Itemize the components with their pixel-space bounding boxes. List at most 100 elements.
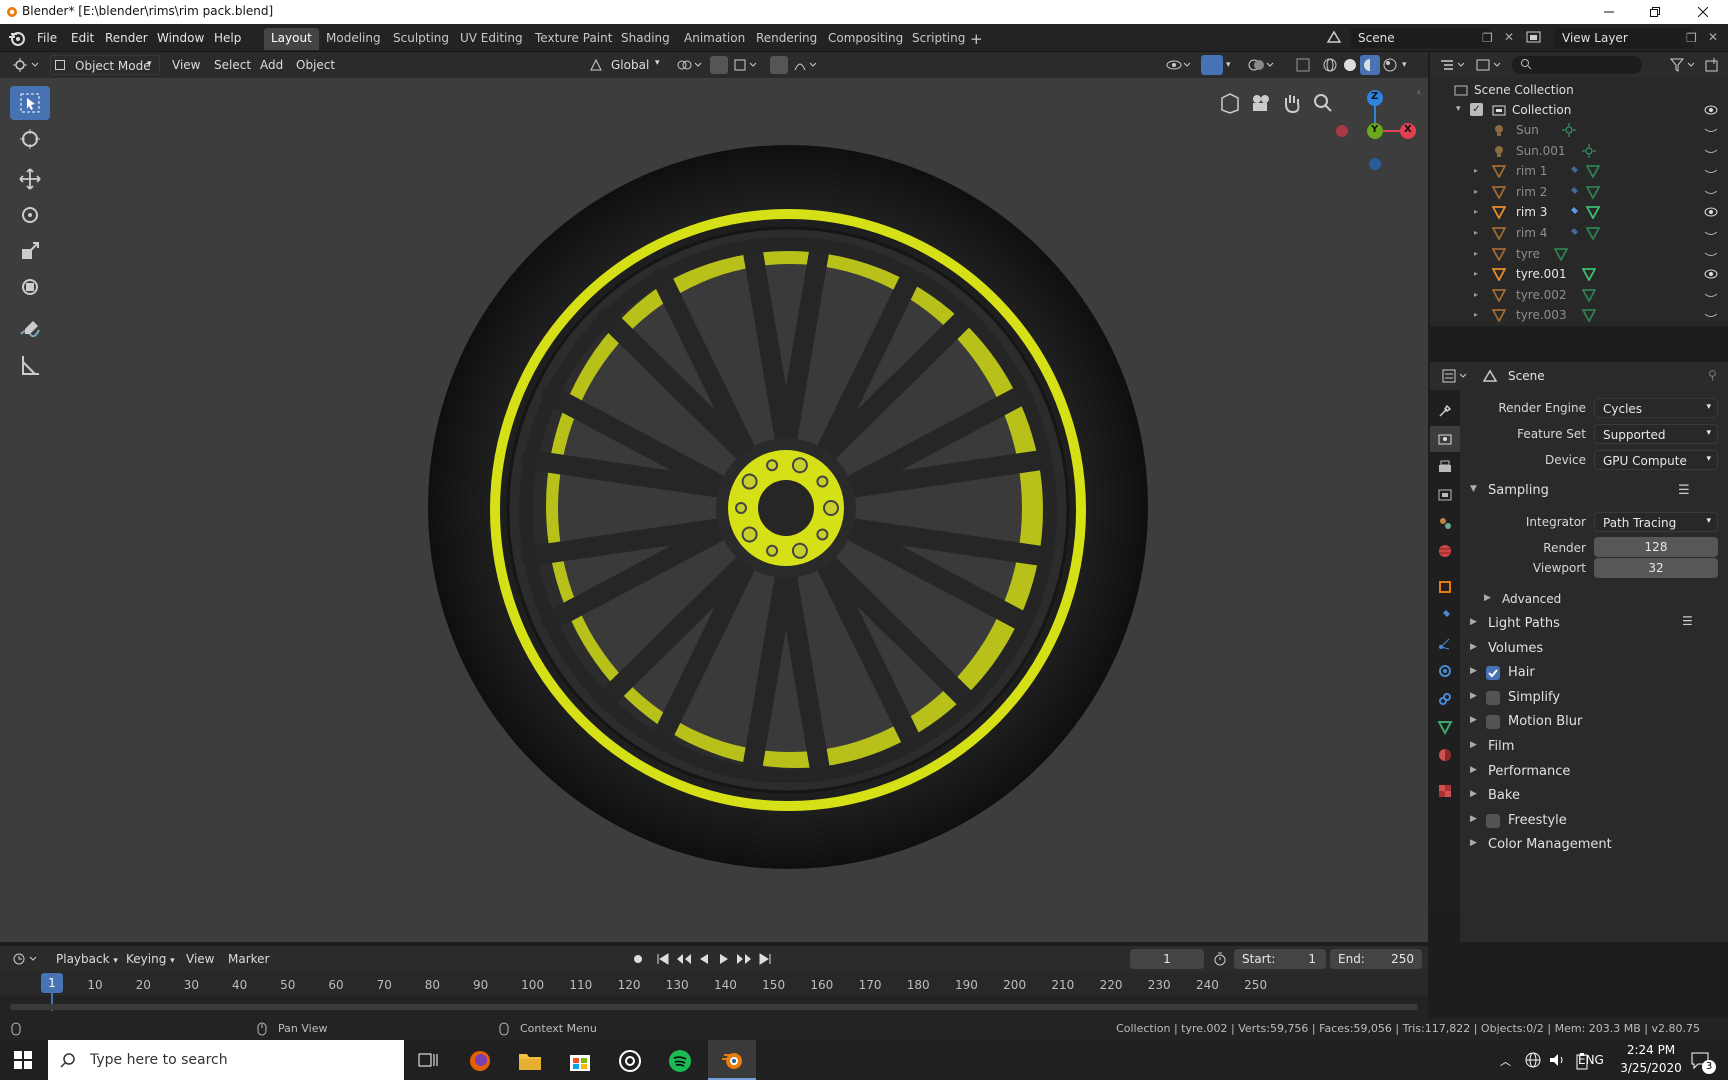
windows-start-icon[interactable] (14, 1051, 32, 1069)
panel-enable-checkbox[interactable] (1486, 666, 1500, 681)
mesh-data-icon[interactable] (1582, 308, 1596, 323)
filter-icon[interactable] (1670, 58, 1698, 72)
media-app-icon[interactable] (618, 1049, 642, 1073)
eye-closed-icon[interactable] (1704, 309, 1718, 321)
panel-header-color-management[interactable]: ▶ Color Management (1466, 834, 1726, 856)
measure-tool[interactable] (10, 348, 50, 382)
xray-icon[interactable] (1296, 58, 1310, 72)
snap-icon[interactable] (710, 56, 728, 74)
marker-menu[interactable]: Marker (222, 949, 275, 969)
texture-tab-icon[interactable] (1430, 778, 1460, 804)
panel-header-simplify[interactable]: ▶ Simplify (1466, 687, 1726, 709)
mesh-data-icon[interactable] (1554, 247, 1568, 261)
jump-end-icon[interactable] (758, 952, 772, 966)
jump-start-icon[interactable] (656, 952, 670, 966)
world-tab-icon[interactable] (1430, 538, 1460, 564)
panel-enable-checkbox[interactable] (1486, 690, 1500, 705)
cursor-tool[interactable] (10, 122, 50, 156)
tab-sculpting[interactable]: Sculpting (386, 28, 456, 50)
scene-field[interactable]: Scene (1350, 28, 1490, 48)
light-paths-presets-icon[interactable]: ☰ (1682, 614, 1693, 628)
mode-selector[interactable]: Object Mode ▾ (50, 55, 160, 75)
outliner-item[interactable]: ▸ rim 2 (1430, 182, 1728, 202)
view-layer-tab-icon[interactable] (1430, 482, 1460, 508)
outliner-item[interactable]: ▸ tyre (1430, 244, 1728, 264)
tab-texture-paint[interactable]: Texture Paint (528, 28, 619, 50)
playhead-frame-indicator[interactable]: 1 (41, 973, 63, 993)
show-hidden-icons[interactable]: ︿ (1500, 1053, 1511, 1069)
tab-layout[interactable]: Layout (264, 28, 319, 50)
expand-arrow-icon[interactable]: ▸ (1474, 187, 1478, 196)
visibility-icon[interactable] (1166, 58, 1194, 72)
tab-rendering[interactable]: Rendering (749, 28, 824, 50)
playback-menu[interactable]: Playback ▾ (50, 949, 124, 969)
menu-render[interactable]: Render (105, 31, 148, 45)
eye-icon[interactable] (1704, 268, 1718, 280)
expand-arrow-icon[interactable]: ▸ (1474, 249, 1478, 258)
outliner-item[interactable]: ▸ tyre.002 (1430, 285, 1728, 305)
menu-help[interactable]: Help (214, 31, 241, 45)
outliner-item[interactable]: ▸ tyre.003 (1430, 305, 1728, 325)
add-workspace-icon[interactable]: + (970, 30, 983, 48)
editor-type-icon[interactable] (12, 57, 40, 73)
select-box-tool[interactable] (10, 86, 50, 120)
render-tab-icon[interactable] (1430, 426, 1460, 452)
pin-icon[interactable]: ⚲ (1708, 368, 1717, 382)
expand-arrow-icon[interactable]: ▸ (1474, 290, 1478, 299)
outliner-item[interactable]: Sun.001 (1430, 141, 1728, 161)
render-samples-field[interactable]: 128 (1594, 537, 1718, 557)
clock-time[interactable]: 2:24 PM (1620, 1043, 1682, 1057)
eye-closed-icon[interactable] (1704, 124, 1718, 136)
constraints-tab-icon[interactable] (1430, 686, 1460, 712)
eye-closed-icon[interactable] (1704, 289, 1718, 301)
stopwatch-icon[interactable] (1212, 951, 1228, 967)
blender-menu-icon[interactable] (8, 29, 26, 47)
blender-taskbar-button[interactable] (708, 1040, 756, 1080)
panel-header-freestyle[interactable]: ▶ Freestyle (1466, 810, 1726, 832)
expand-arrow-icon[interactable]: ▸ (1474, 207, 1478, 216)
outliner-item[interactable]: ▸ rim 1 (1430, 161, 1728, 181)
tab-animation[interactable]: Animation (677, 28, 752, 50)
menu-object[interactable]: Object (290, 55, 341, 75)
falloff-icon[interactable] (794, 58, 820, 72)
panel-header-bake[interactable]: ▶ Bake (1466, 785, 1726, 807)
integrator-dropdown[interactable]: Path Tracing ▾ (1594, 512, 1718, 532)
particles-tab-icon[interactable] (1430, 630, 1460, 656)
expand-arrow-icon[interactable]: ▸ (1474, 166, 1478, 175)
scene-tab-icon[interactable] (1430, 510, 1460, 536)
end-frame-field[interactable]: End: 250 (1330, 949, 1422, 969)
panel-header-motion-blur[interactable]: ▶ Motion Blur (1466, 711, 1726, 733)
close-button[interactable] (1680, 0, 1726, 24)
sidebar-toggle-icon[interactable]: ‹ (1417, 88, 1421, 98)
gizmo-toggle-icon[interactable] (1201, 55, 1223, 75)
eye-closed-icon[interactable] (1704, 145, 1718, 157)
firefox-icon[interactable] (468, 1049, 492, 1073)
outliner-item[interactable]: ▸ tyre.001 (1430, 264, 1728, 284)
panel-header-hair[interactable]: ▶ Hair (1466, 662, 1726, 684)
scale-tool[interactable] (10, 234, 50, 268)
expand-arrow-icon[interactable]: ▾ (1456, 104, 1461, 114)
delete-view-layer-icon[interactable]: ✕ (1708, 30, 1718, 44)
transform-orientation[interactable]: Global ▾ (585, 55, 667, 75)
menu-window[interactable]: Window (157, 31, 204, 45)
eye-icon[interactable] (1704, 104, 1718, 116)
file-explorer-icon[interactable] (518, 1050, 542, 1072)
timeline-scrollbar[interactable] (10, 1004, 1418, 1010)
3d-viewport[interactable]: Z Y X ‹ (0, 78, 1428, 942)
transform-tool[interactable] (10, 270, 50, 304)
tool-tab-icon[interactable] (1430, 398, 1460, 424)
physics-tab-icon[interactable] (1430, 658, 1460, 684)
eye-closed-icon[interactable] (1704, 165, 1718, 177)
tab-compositing[interactable]: Compositing (821, 28, 910, 50)
pivot-icon[interactable] (676, 58, 704, 72)
pan-hand-icon[interactable] (1281, 92, 1303, 114)
expand-arrow-icon[interactable]: ▸ (1474, 228, 1478, 237)
scene-icon[interactable] (1326, 30, 1344, 44)
display-mode-icon[interactable] (1476, 58, 1504, 72)
data-tab-icon[interactable] (1430, 714, 1460, 740)
new-view-layer-icon[interactable]: ❐ (1686, 31, 1697, 45)
eye-closed-icon[interactable] (1704, 186, 1718, 198)
rotate-tool[interactable] (10, 198, 50, 232)
material-tab-icon[interactable] (1430, 742, 1460, 768)
eye-icon[interactable] (1704, 206, 1718, 218)
